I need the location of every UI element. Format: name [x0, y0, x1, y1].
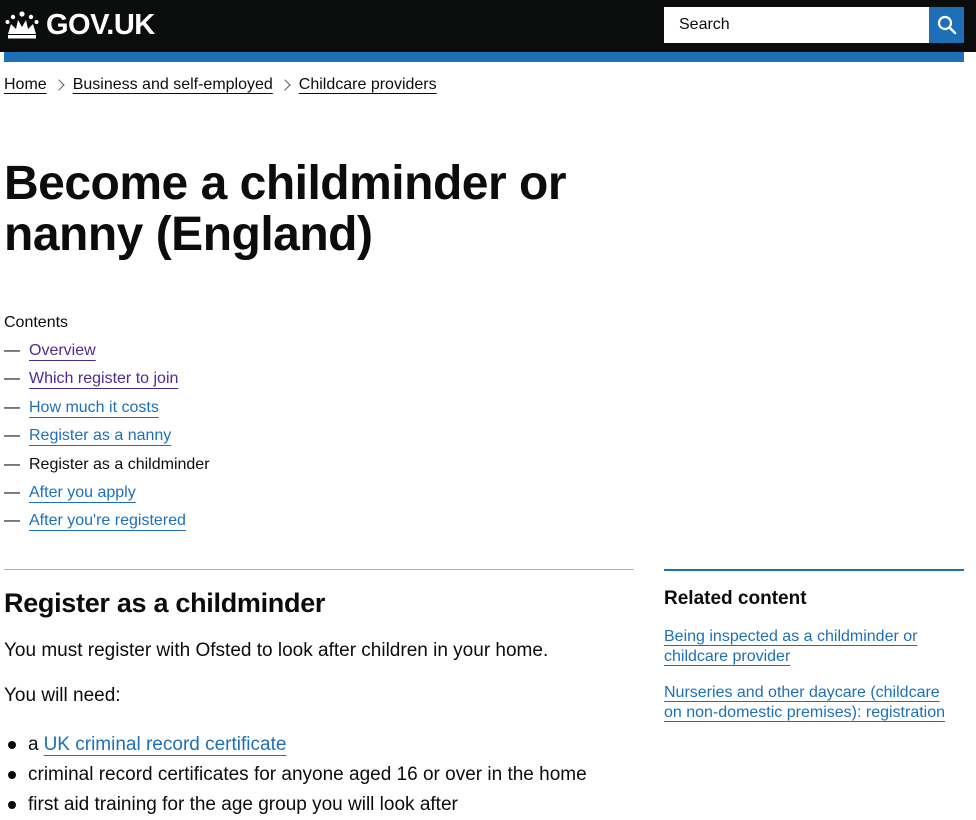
logo-text: GOV.UK: [46, 8, 155, 41]
section-heading: Register as a childminder: [4, 588, 326, 618]
bullet-text: first aid training for the age group you…: [28, 794, 458, 815]
contents-link-costs[interactable]: How much it costs: [29, 399, 159, 417]
related-content-heading: Related content: [664, 588, 807, 609]
bullet-icon: [8, 801, 16, 809]
chevron-right-icon: [279, 79, 291, 91]
breadcrumb-business[interactable]: Business and self-employed: [73, 76, 273, 94]
contents-link-after-registered[interactable]: After you're registered: [29, 512, 186, 530]
breadcrumb: Home Business and self-employed Childcar…: [4, 76, 437, 94]
page-title: Become a childminder or nanny (England): [4, 157, 567, 261]
contents-item: — Overview: [4, 342, 210, 370]
contents-link-nanny[interactable]: Register as a nanny: [29, 427, 171, 445]
header-blue-bar: [4, 52, 964, 62]
list-item: criminal record certificates for anyone …: [4, 760, 587, 790]
contents-item: — Which register to join: [4, 370, 210, 398]
dash: —: [4, 342, 20, 359]
site-header: GOV.UK Search: [0, 0, 976, 52]
bullet-icon: [8, 771, 16, 779]
dash: —: [4, 455, 20, 473]
govuk-logo-link[interactable]: GOV.UK: [4, 8, 155, 42]
contents-label: Contents: [4, 314, 69, 331]
search-button[interactable]: [929, 7, 964, 43]
criminal-record-certificate-link[interactable]: UK criminal record certificate: [44, 734, 287, 756]
contents-item: — How much it costs: [4, 399, 210, 427]
dash: —: [4, 370, 20, 388]
bullet-text: criminal record certificates for anyone …: [28, 764, 587, 785]
section-divider: [4, 569, 634, 570]
bullet-icon: [8, 741, 16, 749]
contents-item: — After you apply: [4, 484, 210, 512]
dash: —: [4, 512, 20, 530]
crown-icon: [5, 11, 39, 39]
contents-link-which-register[interactable]: Which register to join: [29, 370, 178, 388]
related-link-nurseries[interactable]: Nurseries and other daycare (childcare o…: [664, 683, 959, 723]
chevron-right-icon: [53, 79, 65, 91]
related-link-inspected[interactable]: Being inspected as a childminder or chil…: [664, 627, 959, 667]
contents-item: — Register as a childminder: [4, 456, 210, 484]
dash: —: [4, 483, 20, 501]
bullet-prefix: a: [28, 734, 39, 755]
list-item: first aid training for the age group you…: [4, 790, 587, 820]
related-content-bar: [664, 569, 964, 571]
intro-paragraph: You must register with Ofsted to look af…: [4, 640, 549, 661]
contents-item: — After you're registered: [4, 512, 210, 540]
list-item: a UK criminal record certificate: [4, 730, 587, 760]
search-icon: [937, 15, 956, 35]
contents-current-childminder: Register as a childminder: [29, 455, 210, 473]
search-input[interactable]: Search: [664, 7, 929, 43]
contents-item: — Register as a nanny: [4, 427, 210, 455]
contents-list: — Overview — Which register to join — How m…: [4, 342, 210, 541]
dash: —: [4, 427, 20, 445]
requirements-list: a UK criminal record certificate crimina…: [4, 730, 587, 820]
dash: —: [4, 398, 20, 416]
breadcrumb-home[interactable]: Home: [4, 76, 47, 94]
breadcrumb-childcare[interactable]: Childcare providers: [299, 76, 437, 94]
contents-link-overview[interactable]: Overview: [29, 342, 96, 360]
contents-link-after-apply[interactable]: After you apply: [29, 484, 136, 502]
search-placeholder: Search: [679, 16, 730, 33]
need-paragraph: You will need:: [4, 685, 121, 706]
